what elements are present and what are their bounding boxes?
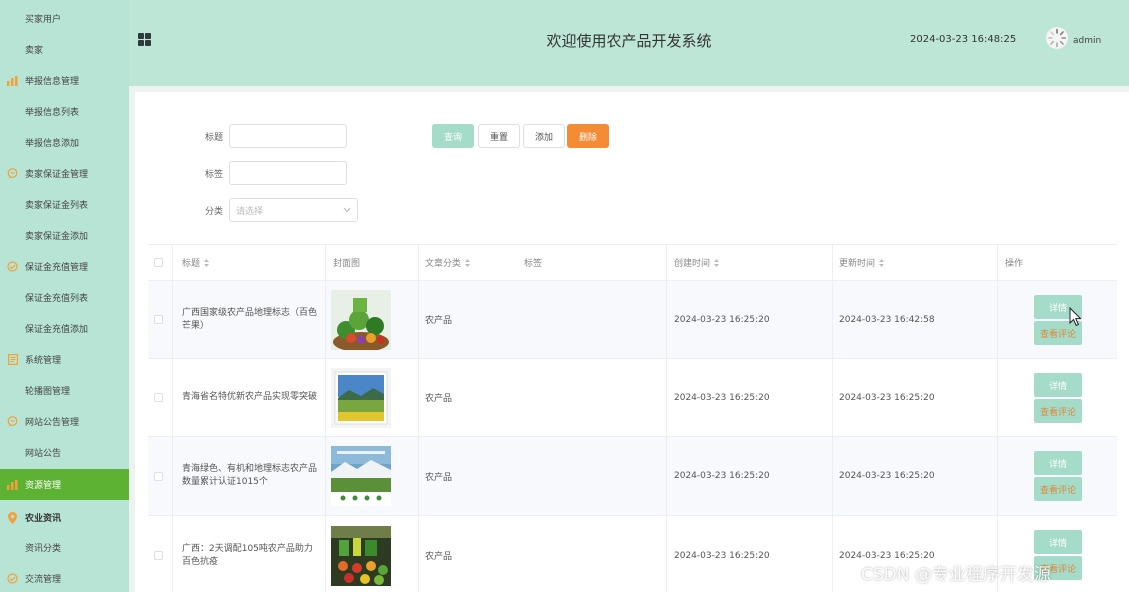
table-row: 青海绿色、有机和地理标志农产品数量累计认证1015个 农产品 2024-03-2… [148,437,1117,516]
check-circle-icon [0,261,25,272]
cover-image[interactable] [331,289,391,350]
sidebar-group-deposit-recharge[interactable]: 保证金充值管理 [0,251,129,282]
sidebar-item-seller-deposit-list[interactable]: 卖家保证金列表 [0,189,129,220]
table-row: 青海省名特优新农产品实现零突破 农产品 2024-03-23 16:25:20 [148,359,1117,437]
delete-button[interactable]: 删除 [567,124,609,148]
sidebar-group-announcement[interactable]: 网站公告管理 [0,406,129,437]
sidebar-item-seller[interactable]: 卖家 [0,34,129,65]
row-title: 青海省名特优新农产品实现零突破 [182,392,318,402]
chevron-down-icon [343,207,351,213]
document-icon [0,354,25,365]
row-created-time: 2024-03-23 16:25:20 [674,392,770,403]
select-all-checkbox[interactable] [154,258,163,267]
detail-button[interactable]: 详情 [1034,530,1082,554]
row-title: 广西国家级农产品地理标志（百色芒果） [182,307,318,331]
sidebar-group-report-management[interactable]: 举报信息管理 [0,65,129,96]
row-created-time: 2024-03-23 16:25:20 [674,314,770,325]
row-checkbox[interactable] [154,471,163,481]
current-datetime: 2024-03-23 16:48:25 [910,34,1017,45]
cover-image[interactable] [331,525,391,586]
column-header-category[interactable]: 文章分类 [425,245,471,280]
sidebar-item-news-category[interactable]: 资讯分类 [0,532,129,563]
sidebar-item-deposit-recharge-add[interactable]: 保证金充值添加 [0,313,129,344]
table-header-row: 标题 封面图 文章分类 标签 创建时间 更新时间 操作 [148,244,1117,281]
column-header-cover: 封面图 [333,259,361,269]
chat-bubble-icon [0,416,25,427]
row-title: 广西：2天调配105吨农产品助力百色抗疫 [182,543,313,567]
sidebar-group-seller-deposit[interactable]: 卖家保证金管理 [0,158,129,189]
column-header-created[interactable]: 创建时间 [674,245,720,280]
sidebar-item-seller-deposit-add[interactable]: 卖家保证金添加 [0,220,129,251]
header: 欢迎使用农产品开发系统 2024-03-23 16:48:25 admin [129,0,1129,86]
tag-filter-label: 标签 [205,170,224,180]
sidebar-group-system-management[interactable]: 系统管理 [0,344,129,375]
column-header-updated[interactable]: 更新时间 [839,245,885,280]
sidebar-item-announcement[interactable]: 网站公告 [0,437,129,468]
sidebar-group-exchange[interactable]: 交流管理 [0,563,129,592]
sort-icon [204,258,210,267]
bar-chart-icon [0,479,25,490]
row-category: 农产品 [425,394,453,404]
sidebar-group-resource-management[interactable]: 资源管理 [0,469,129,500]
sort-icon [714,258,720,267]
sidebar-item-carousel[interactable]: 轮播图管理 [0,375,129,406]
reset-button[interactable]: 重置 [478,124,520,148]
avatar[interactable] [1046,27,1068,49]
sort-icon [465,258,471,267]
location-pin-icon [0,511,25,524]
sidebar-item-report-add[interactable]: 举报信息添加 [0,127,129,158]
row-updated-time: 2024-03-23 16:42:58 [839,314,935,325]
detail-button[interactable]: 详情 [1034,373,1082,397]
sort-icon [879,258,885,267]
row-checkbox[interactable] [154,315,163,324]
row-category: 农产品 [425,552,453,562]
cover-image[interactable] [331,446,391,506]
column-header-tag: 标签 [524,259,543,269]
detail-button[interactable]: 详情 [1034,451,1082,475]
check-circle-icon [0,573,25,584]
column-header-title[interactable]: 标题 [182,245,210,280]
chat-bubble-icon [0,168,25,179]
row-title: 青海绿色、有机和地理标志农产品数量累计认证1015个 [182,464,318,487]
row-created-time: 2024-03-23 16:25:20 [674,471,770,481]
title-filter-input[interactable] [229,124,347,148]
row-checkbox[interactable] [154,393,163,402]
row-category: 农产品 [425,316,453,326]
category-select-placeholder: 请选择 [236,206,264,217]
view-comments-button[interactable]: 查看评论 [1034,399,1082,423]
row-category: 农产品 [425,472,453,483]
table-row: 广西国家级农产品地理标志（百色芒果） 农产品 2024-03-23 16:25:… [148,281,1117,359]
row-checkbox[interactable] [154,551,163,560]
mouse-cursor-icon [1069,307,1082,327]
sidebar: 买家用户 卖家 举报信息管理 举报信息列表 举报信息添加 卖家保证金管理 卖家保… [0,0,129,592]
row-created-time: 2024-03-23 16:25:20 [674,550,770,561]
username: admin [1073,36,1102,46]
row-updated-time: 2024-03-23 16:25:20 [839,471,935,481]
sidebar-item-report-list[interactable]: 举报信息列表 [0,96,129,127]
category-select[interactable]: 请选择 [229,198,358,222]
row-updated-time: 2024-03-23 16:25:20 [839,392,935,403]
title-filter-label: 标题 [205,133,224,143]
content-panel: 标题 标签 分类 请选择 查询 重置 添加 删除 标题 封面图 文章分类 标签 … [135,92,1129,592]
add-button[interactable]: 添加 [523,124,565,148]
cover-image[interactable] [331,367,391,428]
watermark: CSDN @专业程序开发源 [861,565,1051,585]
bar-chart-icon [0,75,25,86]
sidebar-item-agri-news[interactable]: 农业资讯 [0,502,129,533]
sidebar-item-deposit-recharge-list[interactable]: 保证金充值列表 [0,282,129,313]
column-header-actions: 操作 [1005,259,1024,269]
view-comments-button[interactable]: 查看评论 [1034,477,1082,501]
sidebar-item-buyer-users[interactable]: 买家用户 [0,3,129,34]
tag-filter-input[interactable] [229,161,347,185]
search-button[interactable]: 查询 [432,124,474,148]
category-filter-label: 分类 [205,207,224,217]
